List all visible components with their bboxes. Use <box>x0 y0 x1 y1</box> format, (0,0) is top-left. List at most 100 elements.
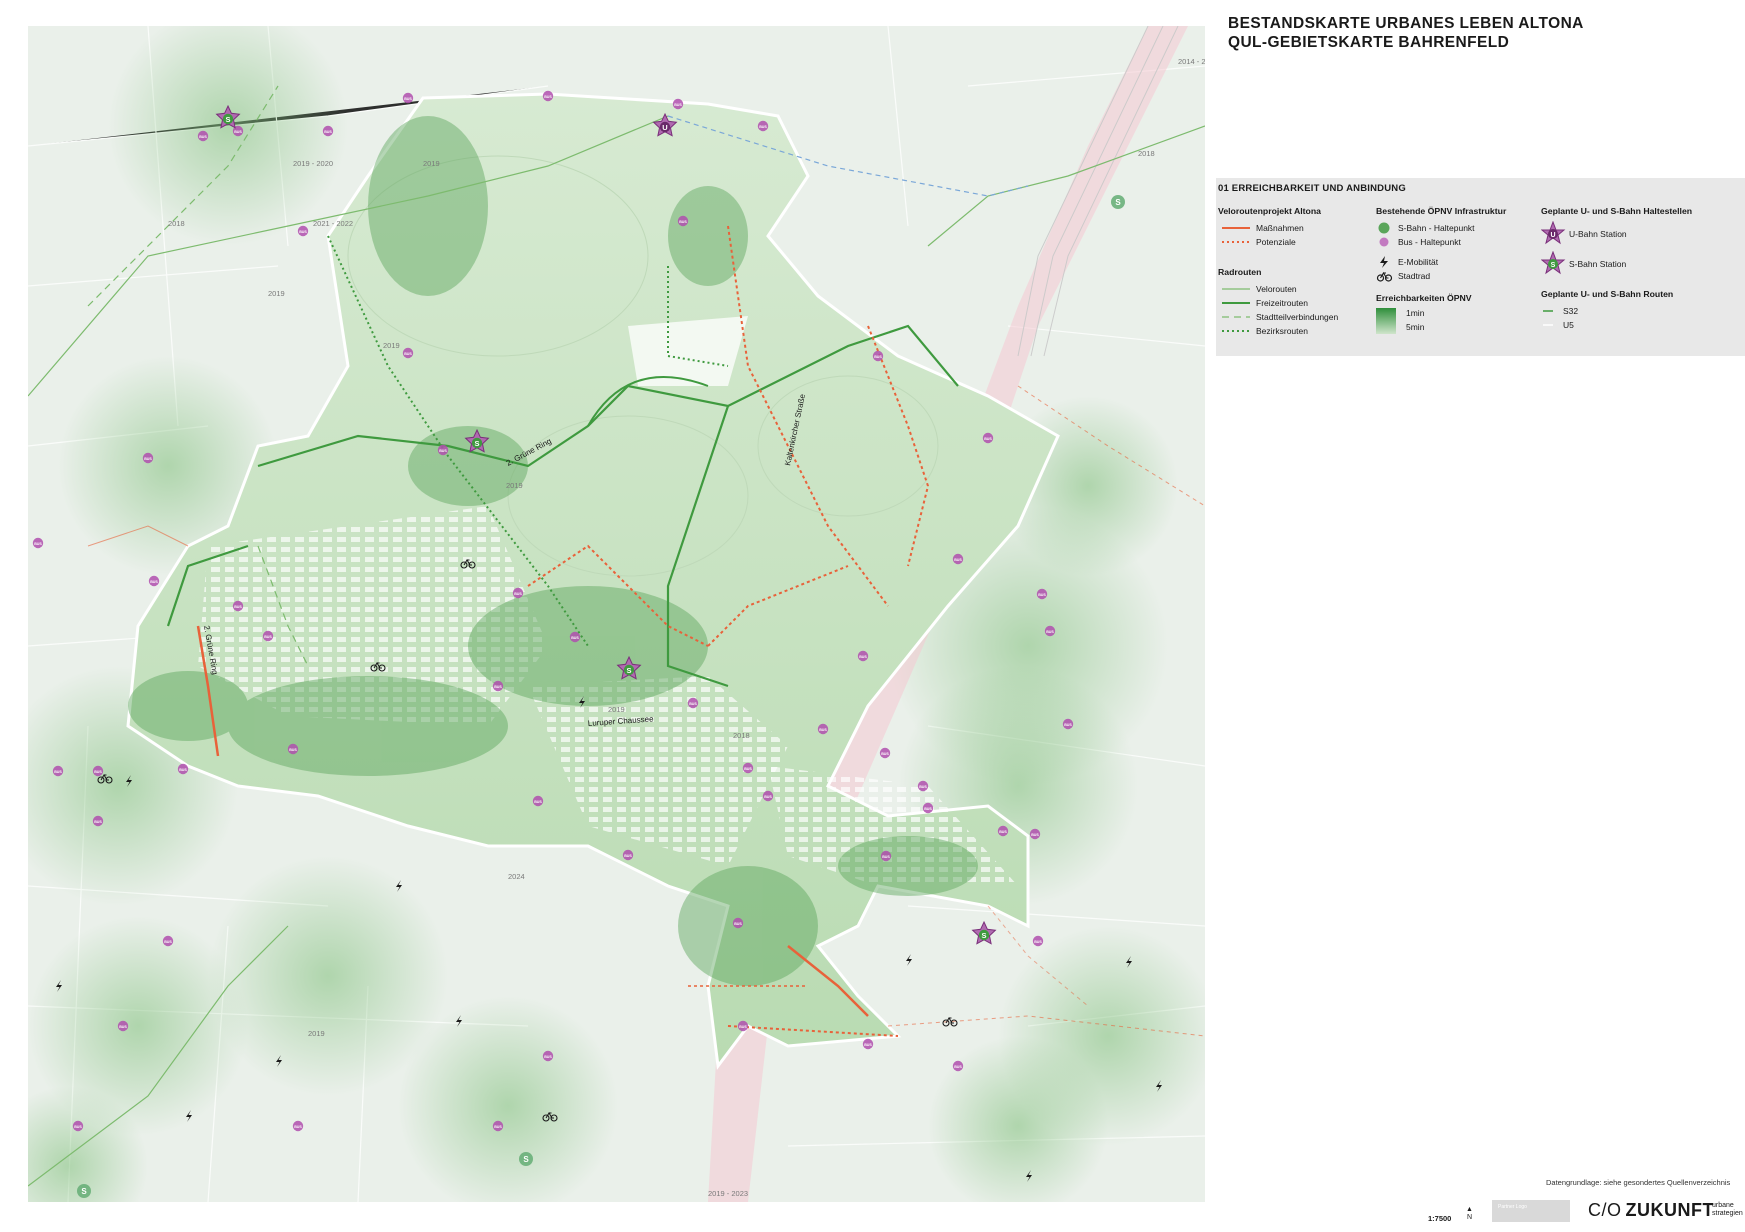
svg-text:BUS: BUS <box>54 770 62 774</box>
bus-stop-icon[interactable]: BUS <box>72 1120 84 1132</box>
legend-item-potenziale: Potenziale <box>1218 235 1321 249</box>
bus-stop-icon[interactable]: BUS <box>402 347 414 359</box>
svg-text:BUS: BUS <box>924 807 932 811</box>
north-arrow: ▲ N <box>1466 1206 1473 1221</box>
legend-col-oepnv: Bestehende ÖPNV Infrastruktur S-Bahn - H… <box>1376 206 1506 338</box>
legend-panel: 01 ERREICHBARKEIT UND ANBINDUNG Velorout… <box>1216 178 1745 356</box>
svg-text:BUS: BUS <box>494 1125 502 1129</box>
bus-stop-icon[interactable]: BUS <box>232 600 244 612</box>
bus-stop-icon[interactable]: BUS <box>142 452 154 464</box>
bus-stop-icon[interactable]: BUS <box>917 780 929 792</box>
svg-text:S: S <box>474 439 479 448</box>
bus-stop-icon[interactable]: BUS <box>262 630 274 642</box>
bus-stop-icon[interactable]: BUS <box>757 120 769 132</box>
bus-stop-icon[interactable]: BUS <box>437 444 449 456</box>
svg-text:BUS: BUS <box>294 1125 302 1129</box>
svg-text:BUS: BUS <box>674 103 682 107</box>
bus-stop-icon[interactable]: BUS <box>92 815 104 827</box>
svg-text:BUS: BUS <box>954 558 962 562</box>
bus-stop-icon[interactable]: BUS <box>117 1020 129 1032</box>
bus-stop-icon[interactable]: BUS <box>287 743 299 755</box>
bus-stop-icon[interactable]: BUS <box>197 130 209 142</box>
bus-stop-icon[interactable]: BUS <box>880 850 892 862</box>
svg-text:S: S <box>1115 198 1121 207</box>
bus-stop-icon[interactable]: BUS <box>622 849 634 861</box>
legend-item-sbahn-halt: S-Bahn - Haltepunkt <box>1376 221 1506 235</box>
orange-solid-line-icon <box>1222 227 1250 229</box>
bus-stop-icon[interactable]: BUS <box>997 825 1009 837</box>
legend-reachability: 1min 5min <box>1376 308 1506 338</box>
bus-stop-icon[interactable]: BUS <box>677 215 689 227</box>
bus-stop-icon[interactable]: BUS <box>952 553 964 565</box>
svg-text:BUS: BUS <box>94 820 102 824</box>
bus-stop-icon[interactable]: BUS <box>569 631 581 643</box>
year-label: 2018 <box>733 731 750 740</box>
bus-stop-icon[interactable]: BUS <box>879 747 891 759</box>
bus-stop-icon[interactable]: BUS <box>762 790 774 802</box>
bus-stop-icon[interactable]: BUS <box>672 98 684 110</box>
bus-stop-icon[interactable]: BUS <box>732 917 744 929</box>
bus-stop-icon[interactable]: BUS <box>1036 588 1048 600</box>
svg-text:U: U <box>1550 232 1555 239</box>
bus-stop-icon[interactable]: BUS <box>862 1038 874 1050</box>
svg-text:BUS: BUS <box>1034 940 1042 944</box>
scale-label: 1:7500 <box>1428 1214 1452 1223</box>
bus-stop-icon[interactable]: BUS <box>542 90 554 102</box>
svg-text:BUS: BUS <box>234 605 242 609</box>
bus-stop-icon[interactable]: BUS <box>492 1120 504 1132</box>
bus-stop-icon[interactable]: BUS <box>737 1020 749 1032</box>
bus-stop-icon[interactable]: BUS <box>922 802 934 814</box>
svg-text:BUS: BUS <box>744 767 752 771</box>
bus-stop-icon[interactable]: BUS <box>292 1120 304 1132</box>
svg-text:BUS: BUS <box>624 854 632 858</box>
legend-item-massnahmen: Maßnahmen <box>1218 221 1321 235</box>
svg-text:BUS: BUS <box>689 702 697 706</box>
svg-text:BUS: BUS <box>734 922 742 926</box>
year-label: 2019 - 2023 <box>708 1189 748 1198</box>
bus-stop-icon[interactable]: BUS <box>742 762 754 774</box>
bus-stop-icon[interactable]: BUS <box>542 1050 554 1062</box>
legend-item-stadtteilverbindungen: Stadtteilverbindungen <box>1218 310 1338 324</box>
bus-stop-icon[interactable]: BUS <box>532 795 544 807</box>
bus-stop-icon[interactable]: BUS <box>857 650 869 662</box>
bus-stop-icon[interactable]: BUS <box>177 763 189 775</box>
bus-stop-icon[interactable]: BUS <box>872 350 884 362</box>
bus-stop-icon[interactable]: BUS <box>952 1060 964 1072</box>
legend-item-sbahn-station: S S-Bahn Station <box>1541 251 1692 277</box>
legend-item-u5: U5 <box>1541 318 1692 332</box>
green-dashed-line-icon <box>1222 316 1250 318</box>
bus-stop-icon[interactable]: BUS <box>512 587 524 599</box>
svg-text:BUS: BUS <box>234 130 242 134</box>
bus-stop-icon[interactable]: BUS <box>817 723 829 735</box>
bus-stop-icon[interactable]: BUS <box>687 697 699 709</box>
legend-group-title: Erreichbarkeiten ÖPNV <box>1376 293 1472 303</box>
bus-stop-icon[interactable]: BUS <box>402 92 414 104</box>
sbahn-stop-icon[interactable]: S <box>77 1184 91 1198</box>
svg-text:S: S <box>225 115 230 124</box>
svg-text:BUS: BUS <box>864 1043 872 1047</box>
sbahn-stop-icon[interactable]: S <box>1111 195 1125 209</box>
bus-stop-icon[interactable]: BUS <box>148 575 160 587</box>
year-label: 2019 <box>383 341 400 350</box>
bus-stop-icon[interactable]: BUS <box>1029 828 1041 840</box>
bus-stop-icon[interactable]: BUS <box>297 225 309 237</box>
bus-stop-icon[interactable]: BUS <box>492 680 504 692</box>
bus-stop-icon[interactable]: BUS <box>1062 718 1074 730</box>
map-canvas[interactable]: 2. Grüne Ring 2. Grüne Ring Kaltenkirche… <box>28 26 1205 1202</box>
bus-stop-icon[interactable]: BUS <box>982 432 994 444</box>
bus-stop-icon[interactable]: BUS <box>92 765 104 777</box>
bus-stop-icon[interactable]: BUS <box>162 935 174 947</box>
svg-text:BUS: BUS <box>1038 593 1046 597</box>
sbahn-stop-icon[interactable]: S <box>519 1152 533 1166</box>
bus-stop-icon[interactable]: BUS <box>32 537 44 549</box>
brand-subtitle: urbane strategien <box>1712 1202 1743 1217</box>
bus-stop-icon[interactable]: BUS <box>322 125 334 137</box>
bus-stop-icon[interactable]: BUS <box>1032 935 1044 947</box>
bus-stop-icon[interactable]: BUS <box>1044 625 1056 637</box>
svg-text:S: S <box>81 1187 87 1196</box>
bus-stop-icon[interactable]: BUS <box>52 765 64 777</box>
svg-text:BUS: BUS <box>534 800 542 804</box>
svg-text:BUS: BUS <box>404 352 412 356</box>
svg-text:BUS: BUS <box>179 768 187 772</box>
legend-item-s32: S32 <box>1541 304 1692 318</box>
